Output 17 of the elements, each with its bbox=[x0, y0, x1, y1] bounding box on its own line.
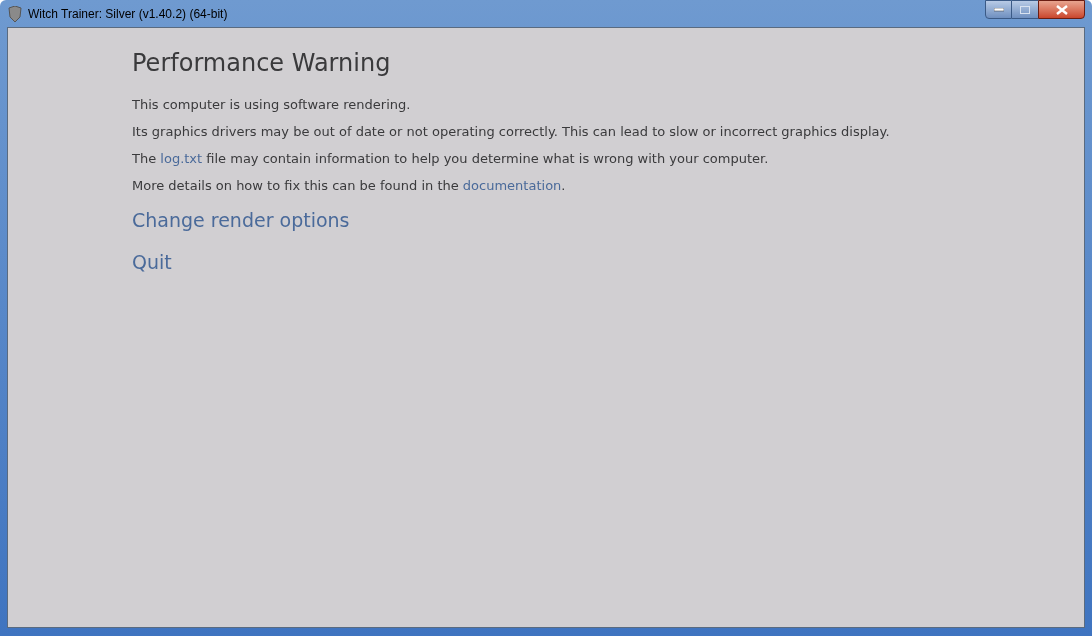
close-button[interactable] bbox=[1038, 0, 1085, 19]
close-icon bbox=[1055, 4, 1068, 15]
link[interactable]: log.txt bbox=[160, 151, 203, 166]
message-text: More details on how to fix this can be found in the documentation. bbox=[132, 177, 567, 194]
window-title: Witch Trainer: Silver (v1.40.2) (64-bit) bbox=[28, 5, 228, 23]
heading: Performance Warning bbox=[132, 48, 392, 78]
action-link[interactable]: Quit bbox=[132, 250, 172, 274]
action-link[interactable]: Change render options bbox=[132, 208, 350, 232]
maximize-button[interactable] bbox=[1012, 0, 1038, 19]
minimize-icon bbox=[993, 7, 1004, 12]
message-text: The log.txt file may contain information to help you determine what is wrong with your computer. bbox=[132, 150, 770, 167]
message-text: Its graphics drivers may be out of date or not operating correctly. This can lead to slow or incorrect graphics display. bbox=[132, 123, 891, 140]
message-text: This computer is using software rendering. bbox=[132, 96, 412, 113]
minimize-button[interactable] bbox=[985, 0, 1012, 19]
app-icon bbox=[8, 5, 22, 22]
maximize-icon bbox=[1020, 5, 1030, 14]
link[interactable]: documentation bbox=[462, 178, 562, 193]
